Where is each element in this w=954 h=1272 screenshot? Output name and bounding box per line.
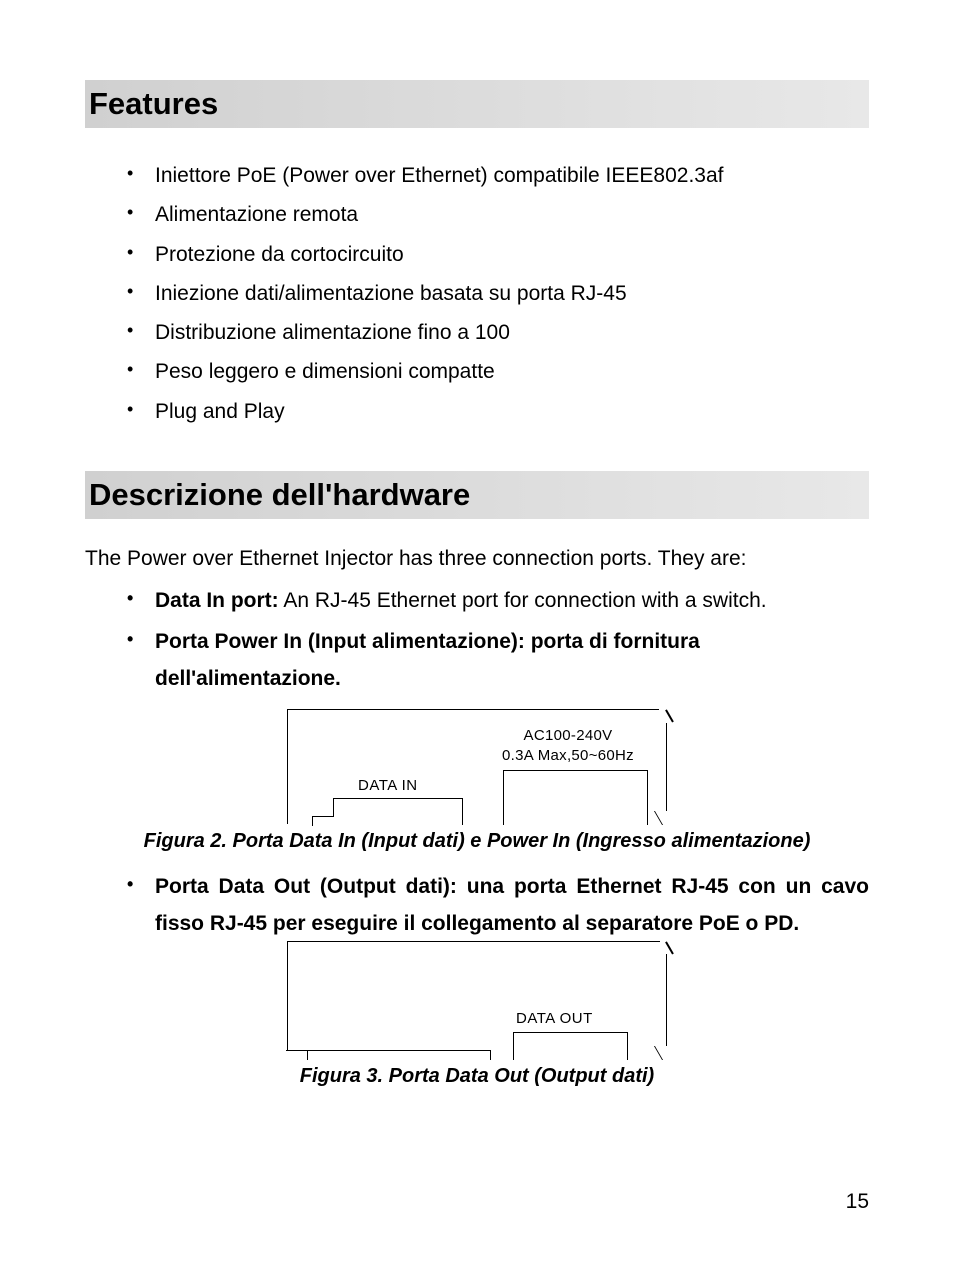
hardware-list: Data In port: An RJ-45 Ethernet port for… xyxy=(85,581,869,699)
figure-2-caption: Figura 2. Porta Data In (Input dati) e P… xyxy=(144,830,811,853)
figure-2-diagram: DATA IN AC100-240V 0.3A Max,50~60Hz xyxy=(287,709,667,824)
hardware-heading: Descrizione dell'hardware xyxy=(85,471,869,519)
item-bold: Porta Data Out (Output dati): una porta … xyxy=(155,875,869,935)
bottom-ledge xyxy=(306,1050,491,1060)
page-number: 15 xyxy=(846,1190,869,1214)
list-item: Porta Power In (Input alimentazione): po… xyxy=(127,622,869,700)
list-item: Peso leggero e dimensioni compatte xyxy=(127,352,869,391)
features-list: Iniettore PoE (Power over Ethernet) comp… xyxy=(85,156,869,431)
item-bold: Porta Power In (Input alimentazione): po… xyxy=(155,630,700,690)
item-bold: Data In port: xyxy=(155,589,279,612)
data-in-port xyxy=(333,798,463,825)
figure-2-container: DATA IN AC100-240V 0.3A Max,50~60Hz Figu… xyxy=(85,709,869,853)
hardware-intro: The Power over Ethernet Injector has thr… xyxy=(85,547,869,571)
list-item: Protezione da cortocircuito xyxy=(127,235,869,274)
power-in-port xyxy=(503,770,648,825)
list-item: Plug and Play xyxy=(127,392,869,431)
item-rest: An RJ-45 Ethernet port for connection wi… xyxy=(279,589,767,612)
ac-voltage-label: AC100-240V xyxy=(483,726,653,746)
hardware-list-cont: Porta Data Out (Output dati): una porta … xyxy=(85,867,869,945)
figure-3-container: DATA OUT Figura 3. Porta Data Out (Outpu… xyxy=(85,941,869,1088)
data-in-label: DATA IN xyxy=(358,777,418,794)
list-item: Iniezione dati/alimentazione basata su p… xyxy=(127,274,869,313)
list-item: Alimentazione remota xyxy=(127,195,869,234)
data-out-label: DATA OUT xyxy=(516,1010,593,1027)
data-out-port xyxy=(513,1032,628,1060)
list-item: Data In port: An RJ-45 Ethernet port for… xyxy=(127,581,869,622)
ac-spec-label: 0.3A Max,50~60Hz xyxy=(483,746,653,766)
features-heading: Features xyxy=(85,80,869,128)
list-item: Iniettore PoE (Power over Ethernet) comp… xyxy=(127,156,869,195)
list-item: Distribuzione alimentazione fino a 100 xyxy=(127,313,869,352)
list-item: Porta Data Out (Output dati): una porta … xyxy=(127,867,869,945)
figure-3-diagram: DATA OUT xyxy=(287,941,667,1059)
figure-3-caption: Figura 3. Porta Data Out (Output dati) xyxy=(300,1065,654,1088)
